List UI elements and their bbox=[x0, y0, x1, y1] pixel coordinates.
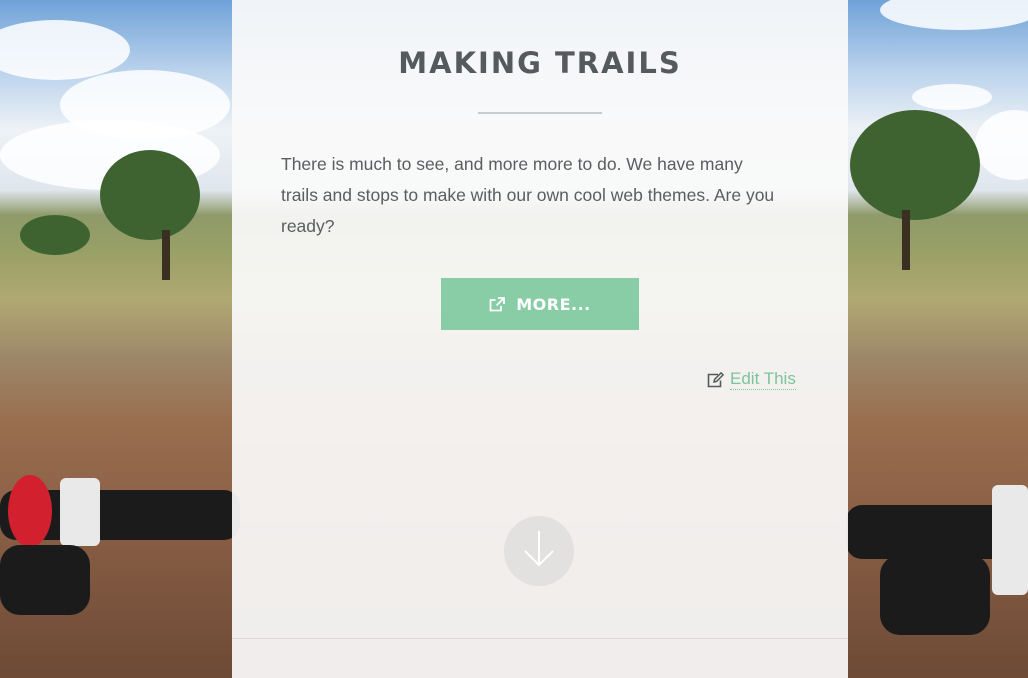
cloud-decor bbox=[880, 0, 1028, 30]
cloud-decor bbox=[0, 20, 130, 80]
tree-decor bbox=[902, 210, 910, 270]
more-button-label: MORE... bbox=[516, 294, 591, 314]
handlebar-decor bbox=[0, 545, 90, 615]
handlebar-decor bbox=[880, 555, 990, 635]
more-button[interactable]: MORE... bbox=[441, 278, 639, 330]
arrow-down-icon bbox=[519, 527, 559, 575]
scroll-down-button[interactable] bbox=[504, 516, 574, 586]
title-divider bbox=[478, 112, 602, 114]
edit-this-label: Edit This bbox=[730, 369, 796, 390]
handlebar-decor bbox=[8, 475, 52, 547]
handlebar-decor bbox=[992, 485, 1028, 595]
cloud-decor bbox=[912, 84, 992, 110]
tree-decor bbox=[162, 230, 170, 280]
section-body-text: There is much to see, and more more to d… bbox=[281, 154, 775, 236]
tree-decor bbox=[100, 150, 200, 240]
edit-this-link[interactable]: Edit This bbox=[707, 369, 796, 390]
handlebar-decor bbox=[60, 478, 100, 546]
cloud-decor bbox=[975, 110, 1028, 180]
share-icon bbox=[489, 296, 506, 312]
panel-bottom-divider bbox=[232, 638, 848, 639]
edit-icon bbox=[707, 371, 724, 388]
hero-background: MAKING TRAILS There is much to see, and … bbox=[0, 0, 1028, 678]
content-panel: MAKING TRAILS There is much to see, and … bbox=[232, 0, 848, 678]
tree-decor bbox=[20, 215, 90, 255]
tree-decor bbox=[850, 110, 980, 220]
section-title: MAKING TRAILS bbox=[398, 46, 682, 80]
